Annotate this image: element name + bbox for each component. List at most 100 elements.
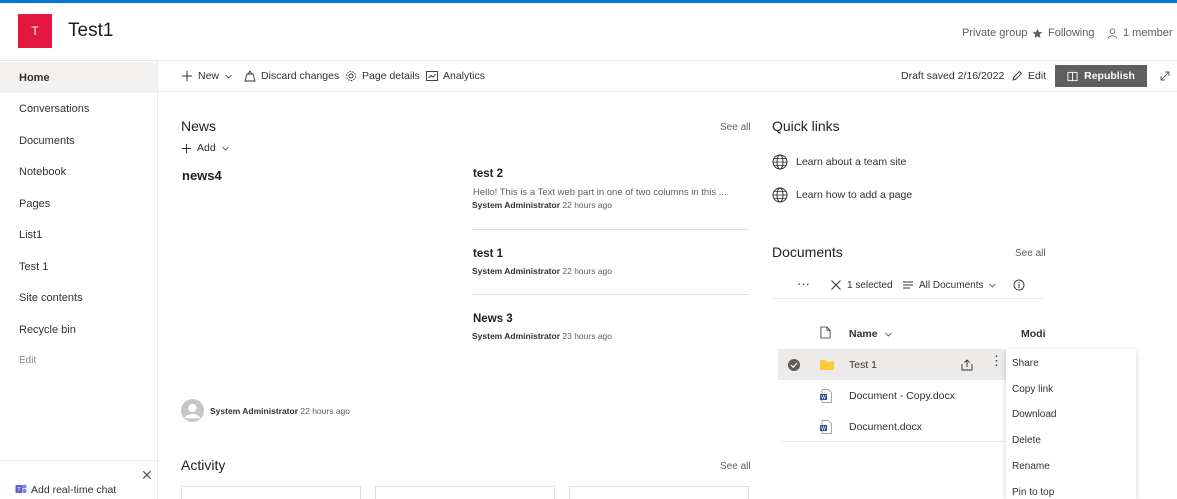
news-divider: [472, 294, 749, 295]
gear-icon: [346, 71, 356, 81]
document-row[interactable]: W Document.docx: [778, 411, 1006, 442]
more-options-icon[interactable]: ···: [797, 276, 810, 291]
quick-links-title: Quick links: [772, 118, 840, 134]
menu-item-pin-to-top[interactable]: Pin to top: [1012, 487, 1054, 498]
privacy-label: Private group: [962, 27, 1028, 39]
menu-item-rename[interactable]: Rename: [1012, 461, 1050, 472]
nav-item-pages[interactable]: Pages: [0, 188, 157, 219]
nav-edit-link[interactable]: Edit: [0, 345, 157, 376]
documents-title: Documents: [772, 244, 843, 260]
plus-icon: [182, 71, 192, 81]
nav-item-notebook[interactable]: Notebook: [0, 156, 157, 187]
real-time-chat-panel: T Add real-time chat ✕: [0, 460, 157, 499]
name-column-header[interactable]: Name: [849, 328, 893, 340]
document-name[interactable]: Document.docx: [849, 421, 922, 433]
menu-item-share[interactable]: Share: [1012, 358, 1039, 369]
word-file-icon: W: [820, 420, 832, 434]
news-divider: [472, 229, 749, 230]
nav-item-recycle-bin[interactable]: Recycle bin: [0, 314, 157, 345]
documents-divider: [778, 441, 1006, 442]
new-button[interactable]: New: [181, 70, 233, 82]
list-icon: [903, 281, 913, 289]
folder-icon: [820, 360, 834, 370]
quick-link-item[interactable]: Learn about a team site: [772, 154, 906, 170]
news-item-title[interactable]: test 2: [473, 168, 503, 180]
checkmark-icon[interactable]: [788, 359, 800, 371]
document-name[interactable]: Document - Copy.docx: [849, 390, 955, 402]
analytics-button[interactable]: Analytics: [426, 70, 485, 82]
discard-changes-button[interactable]: Discard changes: [244, 70, 339, 82]
globe-icon: [772, 154, 788, 170]
analytics-icon: [426, 71, 438, 81]
draft-status: Draft saved 2/16/2022: [901, 70, 1005, 82]
chevron-down-icon: [884, 332, 892, 337]
news-item-title[interactable]: test 1: [473, 248, 503, 260]
activity-see-all-link[interactable]: See all: [720, 461, 751, 472]
nav-item-list1[interactable]: List1: [0, 219, 157, 250]
quick-link-item[interactable]: Learn how to add a page: [772, 187, 912, 203]
activity-card[interactable]: [181, 486, 361, 499]
globe-icon: [772, 187, 788, 203]
info-icon[interactable]: [1013, 279, 1025, 291]
documents-see-all-link[interactable]: See all: [1015, 248, 1046, 259]
republish-button[interactable]: Republish: [1055, 65, 1147, 87]
add-chat-link[interactable]: Add real-time chat: [31, 484, 116, 496]
discard-icon: [244, 70, 256, 82]
svg-text:W: W: [821, 395, 826, 401]
news-item-title[interactable]: News 3: [473, 313, 513, 325]
nav-item-home[interactable]: Home: [0, 62, 157, 93]
nav-item-site-contents[interactable]: Site contents: [0, 282, 157, 313]
document-name[interactable]: Test 1: [849, 359, 877, 371]
news-title: News: [181, 118, 217, 134]
chevron-down-icon: [221, 146, 229, 151]
avatar: [181, 399, 204, 422]
left-navigation: Home Conversations Documents Notebook Pa…: [0, 61, 158, 499]
news-see-all-link[interactable]: See all: [720, 122, 751, 133]
view-selector[interactable]: All Documents: [902, 279, 997, 291]
context-menu: Share Copy link Download Delete Rename P…: [1006, 349, 1136, 499]
news-item-meta: System Administrator 22 hours ago: [472, 200, 613, 210]
expand-icon[interactable]: [1159, 70, 1171, 82]
teams-icon: T: [15, 484, 27, 494]
svg-text:W: W: [821, 426, 826, 432]
edit-button[interactable]: Edit: [1011, 70, 1046, 82]
document-row[interactable]: W Document - Copy.docx: [778, 380, 1006, 411]
document-row[interactable]: Test 1 ⋮: [778, 349, 1008, 380]
close-icon: [831, 280, 841, 290]
pencil-icon: [1012, 70, 1023, 81]
news-hero-title[interactable]: news4: [182, 168, 222, 183]
word-file-icon: W: [820, 389, 832, 403]
clear-selection-button[interactable]: 1 selected: [830, 279, 893, 291]
site-header: T Test1 Private group Following 1 member: [0, 3, 1177, 61]
documents-toolbar: ··· 1 selected All Documents: [772, 272, 1044, 299]
nav-item-documents[interactable]: Documents: [0, 125, 157, 156]
page-details-button[interactable]: Page details: [345, 70, 420, 82]
members-button[interactable]: 1 member: [1107, 27, 1173, 39]
chevron-down-icon: [225, 74, 232, 79]
activity-card[interactable]: [375, 486, 555, 499]
close-icon[interactable]: ✕: [141, 467, 153, 484]
command-bar: New Discard changes Page details Analyti…: [158, 61, 1177, 92]
chevron-down-icon: [989, 283, 997, 288]
file-type-icon: [820, 326, 831, 339]
star-icon: [1032, 28, 1043, 38]
menu-item-copy-link[interactable]: Copy link: [1012, 384, 1053, 395]
site-title[interactable]: Test1: [68, 20, 113, 42]
news-add-button[interactable]: Add: [181, 142, 230, 154]
news-hero-meta: System Administrator 22 hours ago: [210, 406, 351, 416]
share-icon[interactable]: [961, 359, 973, 371]
more-actions-icon[interactable]: ⋮: [990, 354, 1003, 367]
republish-icon: [1067, 71, 1078, 81]
menu-item-download[interactable]: Download: [1012, 409, 1056, 420]
activity-title: Activity: [181, 457, 226, 473]
activity-card[interactable]: [569, 486, 749, 499]
following-button[interactable]: Following: [1032, 27, 1094, 39]
news-item-meta: System Administrator 22 hours ago: [472, 266, 613, 276]
news-item-meta: System Administrator 23 hours ago: [472, 331, 613, 341]
nav-item-conversations[interactable]: Conversations: [0, 93, 157, 124]
modified-column-header[interactable]: Modi: [1021, 328, 1046, 340]
site-logo[interactable]: T: [18, 14, 52, 48]
nav-item-test1[interactable]: Test 1: [0, 251, 157, 282]
menu-item-delete[interactable]: Delete: [1012, 435, 1041, 446]
plus-icon: [181, 143, 192, 153]
